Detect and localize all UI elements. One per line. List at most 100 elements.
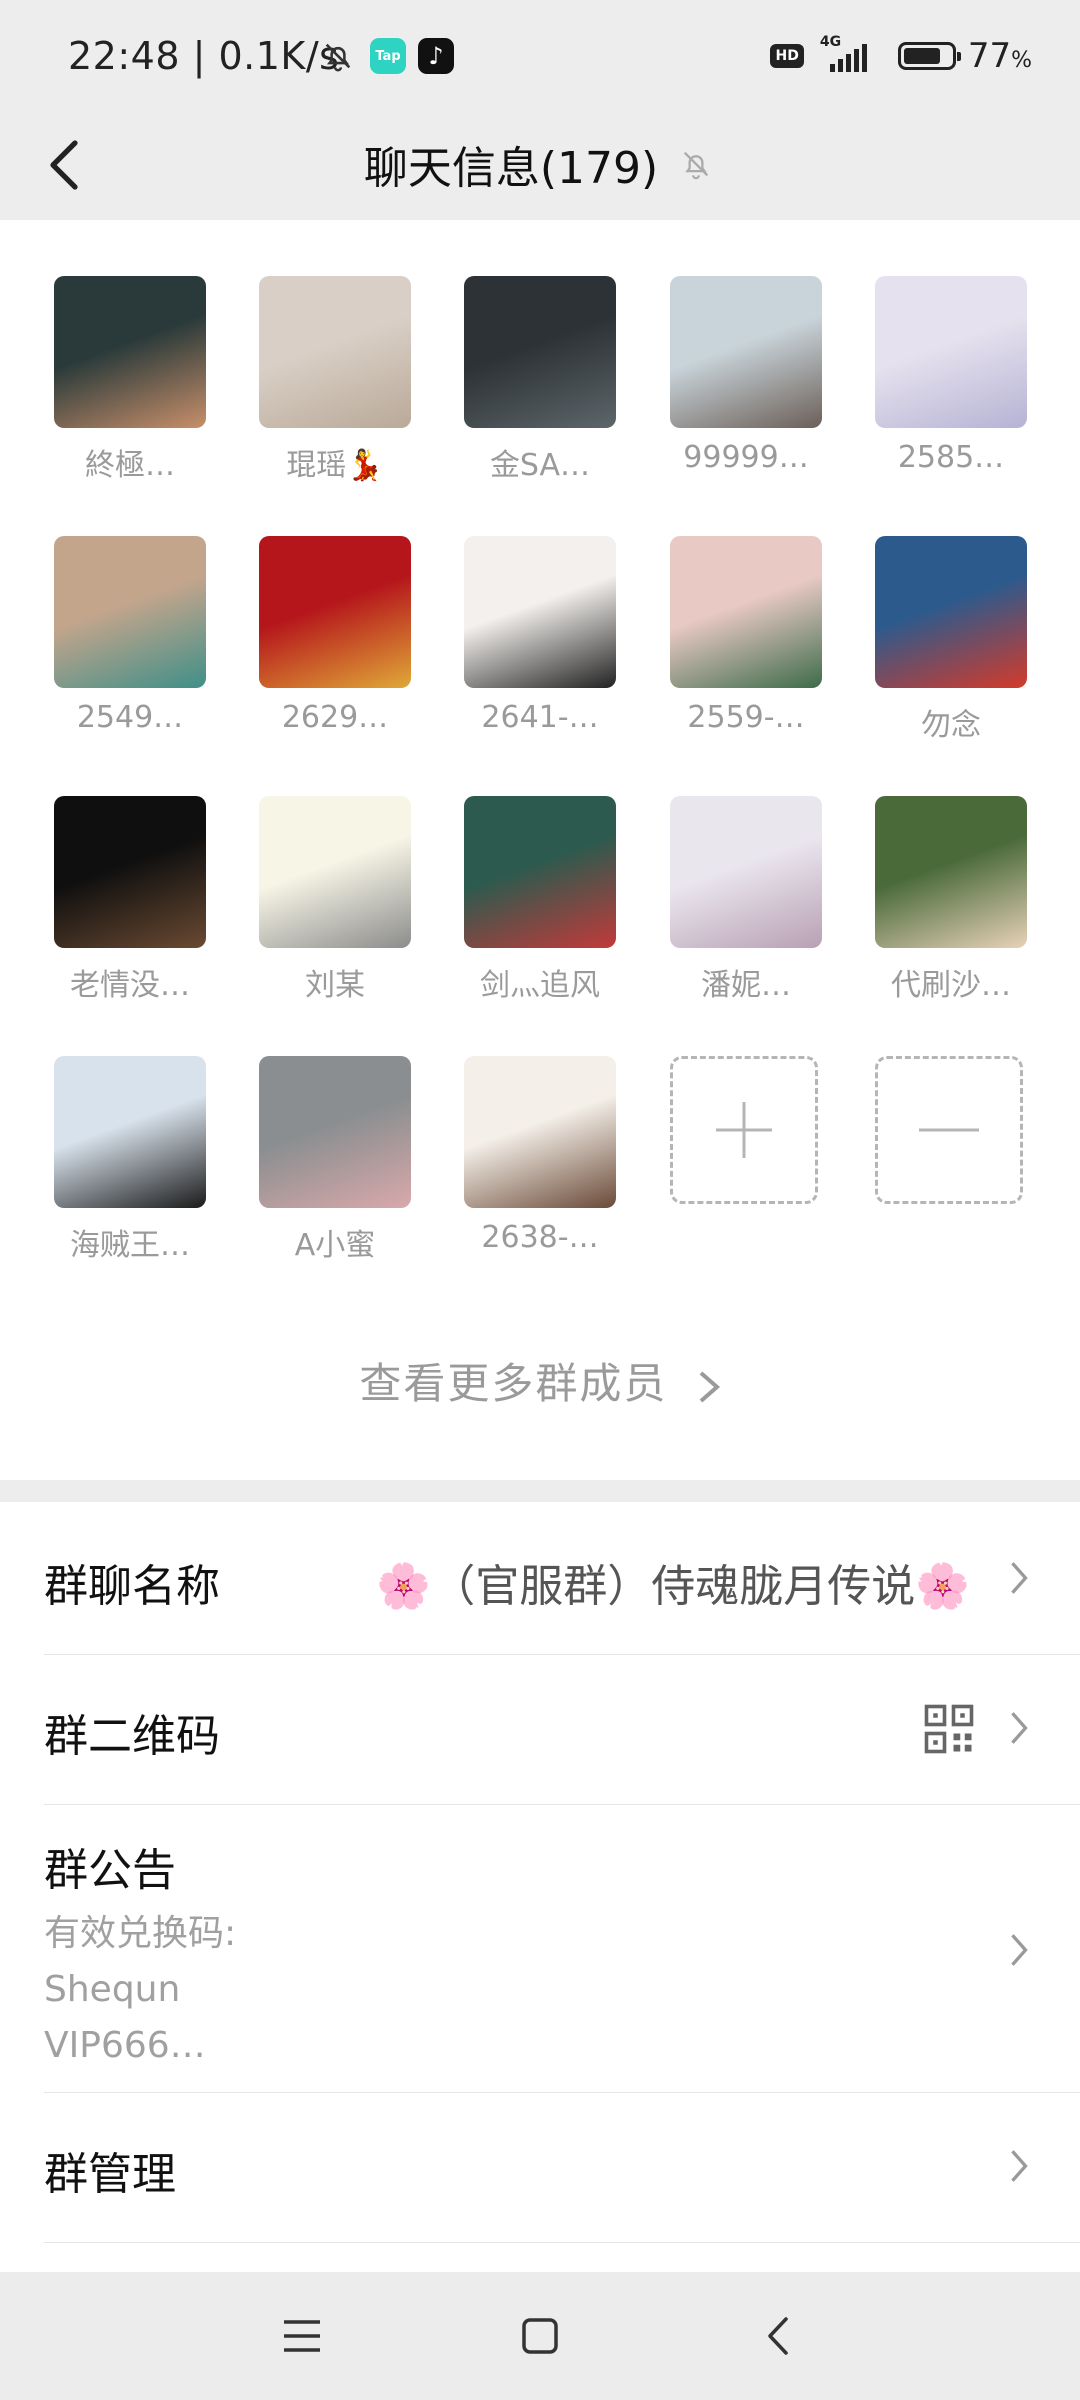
member-name: 代刷沙… — [891, 968, 1011, 1003]
member-item[interactable]: 2641-… — [464, 536, 616, 735]
member-item[interactable]: 勿念 — [875, 536, 1027, 744]
status-bar: 22:48 | 0.1K/s Tap ♪ HD 4G 77% — [0, 0, 1080, 110]
member-item[interactable]: 老情没… — [54, 796, 206, 1004]
member-name: 終極… — [85, 448, 175, 483]
member-item[interactable]: 潘妮… — [670, 796, 822, 1004]
notice-line: VIP666… — [44, 2025, 206, 2066]
member-avatar — [464, 536, 616, 688]
member-item[interactable]: 金SA… — [464, 276, 616, 484]
member-avatar — [54, 1056, 206, 1208]
member-name: 海贼王… — [70, 1228, 190, 1263]
system-nav-bar — [0, 2272, 1080, 2400]
group-notice-label: 群公告 — [44, 1845, 176, 1896]
group-qr-label: 群二维码 — [44, 1711, 220, 1762]
member-avatar — [259, 536, 411, 688]
taptap-app-icon: Tap — [370, 38, 406, 74]
home-button[interactable] — [510, 2308, 570, 2364]
member-avatar — [54, 796, 206, 948]
member-item[interactable]: 2559-… — [670, 536, 822, 735]
member-item[interactable]: A小蜜 — [259, 1056, 411, 1264]
member-name: 琨瑶💃 — [286, 448, 384, 483]
tiktok-app-icon: ♪ — [418, 38, 454, 74]
menu-icon — [284, 2320, 320, 2352]
member-name: 剑灬追风 — [480, 968, 600, 1003]
member-name: 99999… — [683, 440, 809, 475]
member-item[interactable]: 2549… — [54, 536, 206, 735]
battery-percent: 77% — [967, 36, 1032, 76]
member-item[interactable]: 海贼王… — [54, 1056, 206, 1264]
member-avatar — [259, 276, 411, 428]
notice-line: 有效兑换码: — [44, 1913, 237, 1954]
group-name-row[interactable]: 群聊名称 🌸（官服群）侍魂胧月传说🌸 — [44, 1502, 1080, 1655]
member-name: 2629… — [281, 700, 389, 735]
page-title: 聊天信息(179) — [363, 143, 659, 194]
group-qr-row[interactable]: 群二维码 — [44, 1654, 1080, 1805]
notice-line: Shequn — [44, 1969, 181, 2010]
group-name-value: 🌸（官服群）侍魂胧月传说🌸 — [376, 1561, 970, 1612]
add-member-button[interactable] — [670, 1056, 822, 1204]
chevron-right-icon — [699, 1370, 720, 1403]
member-item[interactable]: 2629… — [259, 536, 411, 735]
group-manage-row[interactable]: 群管理 — [44, 2092, 1080, 2243]
member-item[interactable]: 琨瑶💃 — [259, 276, 411, 484]
chevron-right-icon — [1004, 1558, 1034, 1598]
member-name: 2641-… — [481, 700, 599, 735]
member-avatar — [259, 796, 411, 948]
member-item[interactable]: 刘某 — [259, 796, 411, 1004]
member-avatar — [259, 1056, 411, 1208]
member-avatar — [464, 276, 616, 428]
member-avatar — [875, 276, 1027, 428]
view-more-members-link[interactable]: 查看更多群成员 — [0, 1350, 1080, 1411]
menu-button[interactable] — [272, 2308, 332, 2364]
member-item[interactable]: 99999… — [670, 276, 822, 475]
member-avatar — [464, 796, 616, 948]
chevron-right-icon — [1004, 1930, 1034, 1970]
status-system-icons: HD 4G 77% — [770, 34, 1032, 76]
member-name: 老情没… — [70, 968, 190, 1003]
member-name: 2585… — [897, 440, 1005, 475]
remove-member-button[interactable] — [875, 1056, 1027, 1204]
members-panel: 終極… 琨瑶💃 金SA… 99999… 2585… 2549… 2629… 2641-… 255… — [0, 220, 1080, 1480]
page-header: 聊天信息(179) — [0, 110, 1080, 220]
group-notice-row[interactable]: 群公告 有效兑换码: Shequn VIP666… — [44, 1804, 1080, 2093]
minus-icon — [919, 1128, 979, 1132]
system-back-button[interactable] — [748, 2308, 808, 2364]
member-name: 刘某 — [305, 968, 365, 1003]
member-avatar — [670, 276, 822, 428]
bell-off-icon — [318, 36, 358, 76]
member-avatar — [54, 276, 206, 428]
member-name: 2638-… — [481, 1220, 599, 1255]
status-notification-icons: Tap ♪ — [318, 36, 454, 76]
home-square-icon — [522, 2318, 558, 2354]
member-item[interactable]: 2638-… — [464, 1056, 616, 1255]
member-item[interactable]: 終極… — [54, 276, 206, 484]
signal-icon: 4G — [816, 34, 886, 74]
group-settings-list: 群聊名称 🌸（官服群）侍魂胧月传说🌸 群二维码 群公告 有效兑换码: Shequ… — [0, 1502, 1080, 2272]
member-avatar — [670, 796, 822, 948]
status-time: 22:48 | 0.1K/s — [68, 34, 340, 78]
hd-badge: HD — [770, 44, 804, 68]
plus-icon — [716, 1102, 772, 1158]
battery-icon — [897, 42, 961, 70]
back-triangle-icon — [768, 2317, 788, 2355]
member-item[interactable]: 代刷沙… — [875, 796, 1027, 1004]
group-name-label: 群聊名称 — [44, 1561, 220, 1612]
chevron-right-icon — [1004, 1708, 1034, 1748]
member-avatar — [464, 1056, 616, 1208]
member-name: 金SA… — [489, 448, 591, 483]
member-avatar — [875, 536, 1027, 688]
member-name: 2559-… — [687, 700, 805, 735]
member-name: 2549… — [76, 700, 184, 735]
member-item[interactable]: 剑灬追风 — [464, 796, 616, 1004]
muted-bell-icon — [676, 144, 716, 184]
member-avatar — [875, 796, 1027, 948]
member-name: 潘妮… — [701, 968, 791, 1003]
view-more-label: 查看更多群成员 — [359, 1359, 668, 1408]
member-item[interactable]: 2585… — [875, 276, 1027, 475]
group-notice-preview: 有效兑换码: Shequn VIP666… — [44, 1906, 236, 2074]
member-name: A小蜜 — [294, 1228, 376, 1263]
chevron-right-icon — [1004, 2146, 1034, 2186]
qr-code-icon — [924, 1704, 974, 1754]
group-manage-label: 群管理 — [44, 2149, 176, 2200]
member-avatar — [54, 536, 206, 688]
